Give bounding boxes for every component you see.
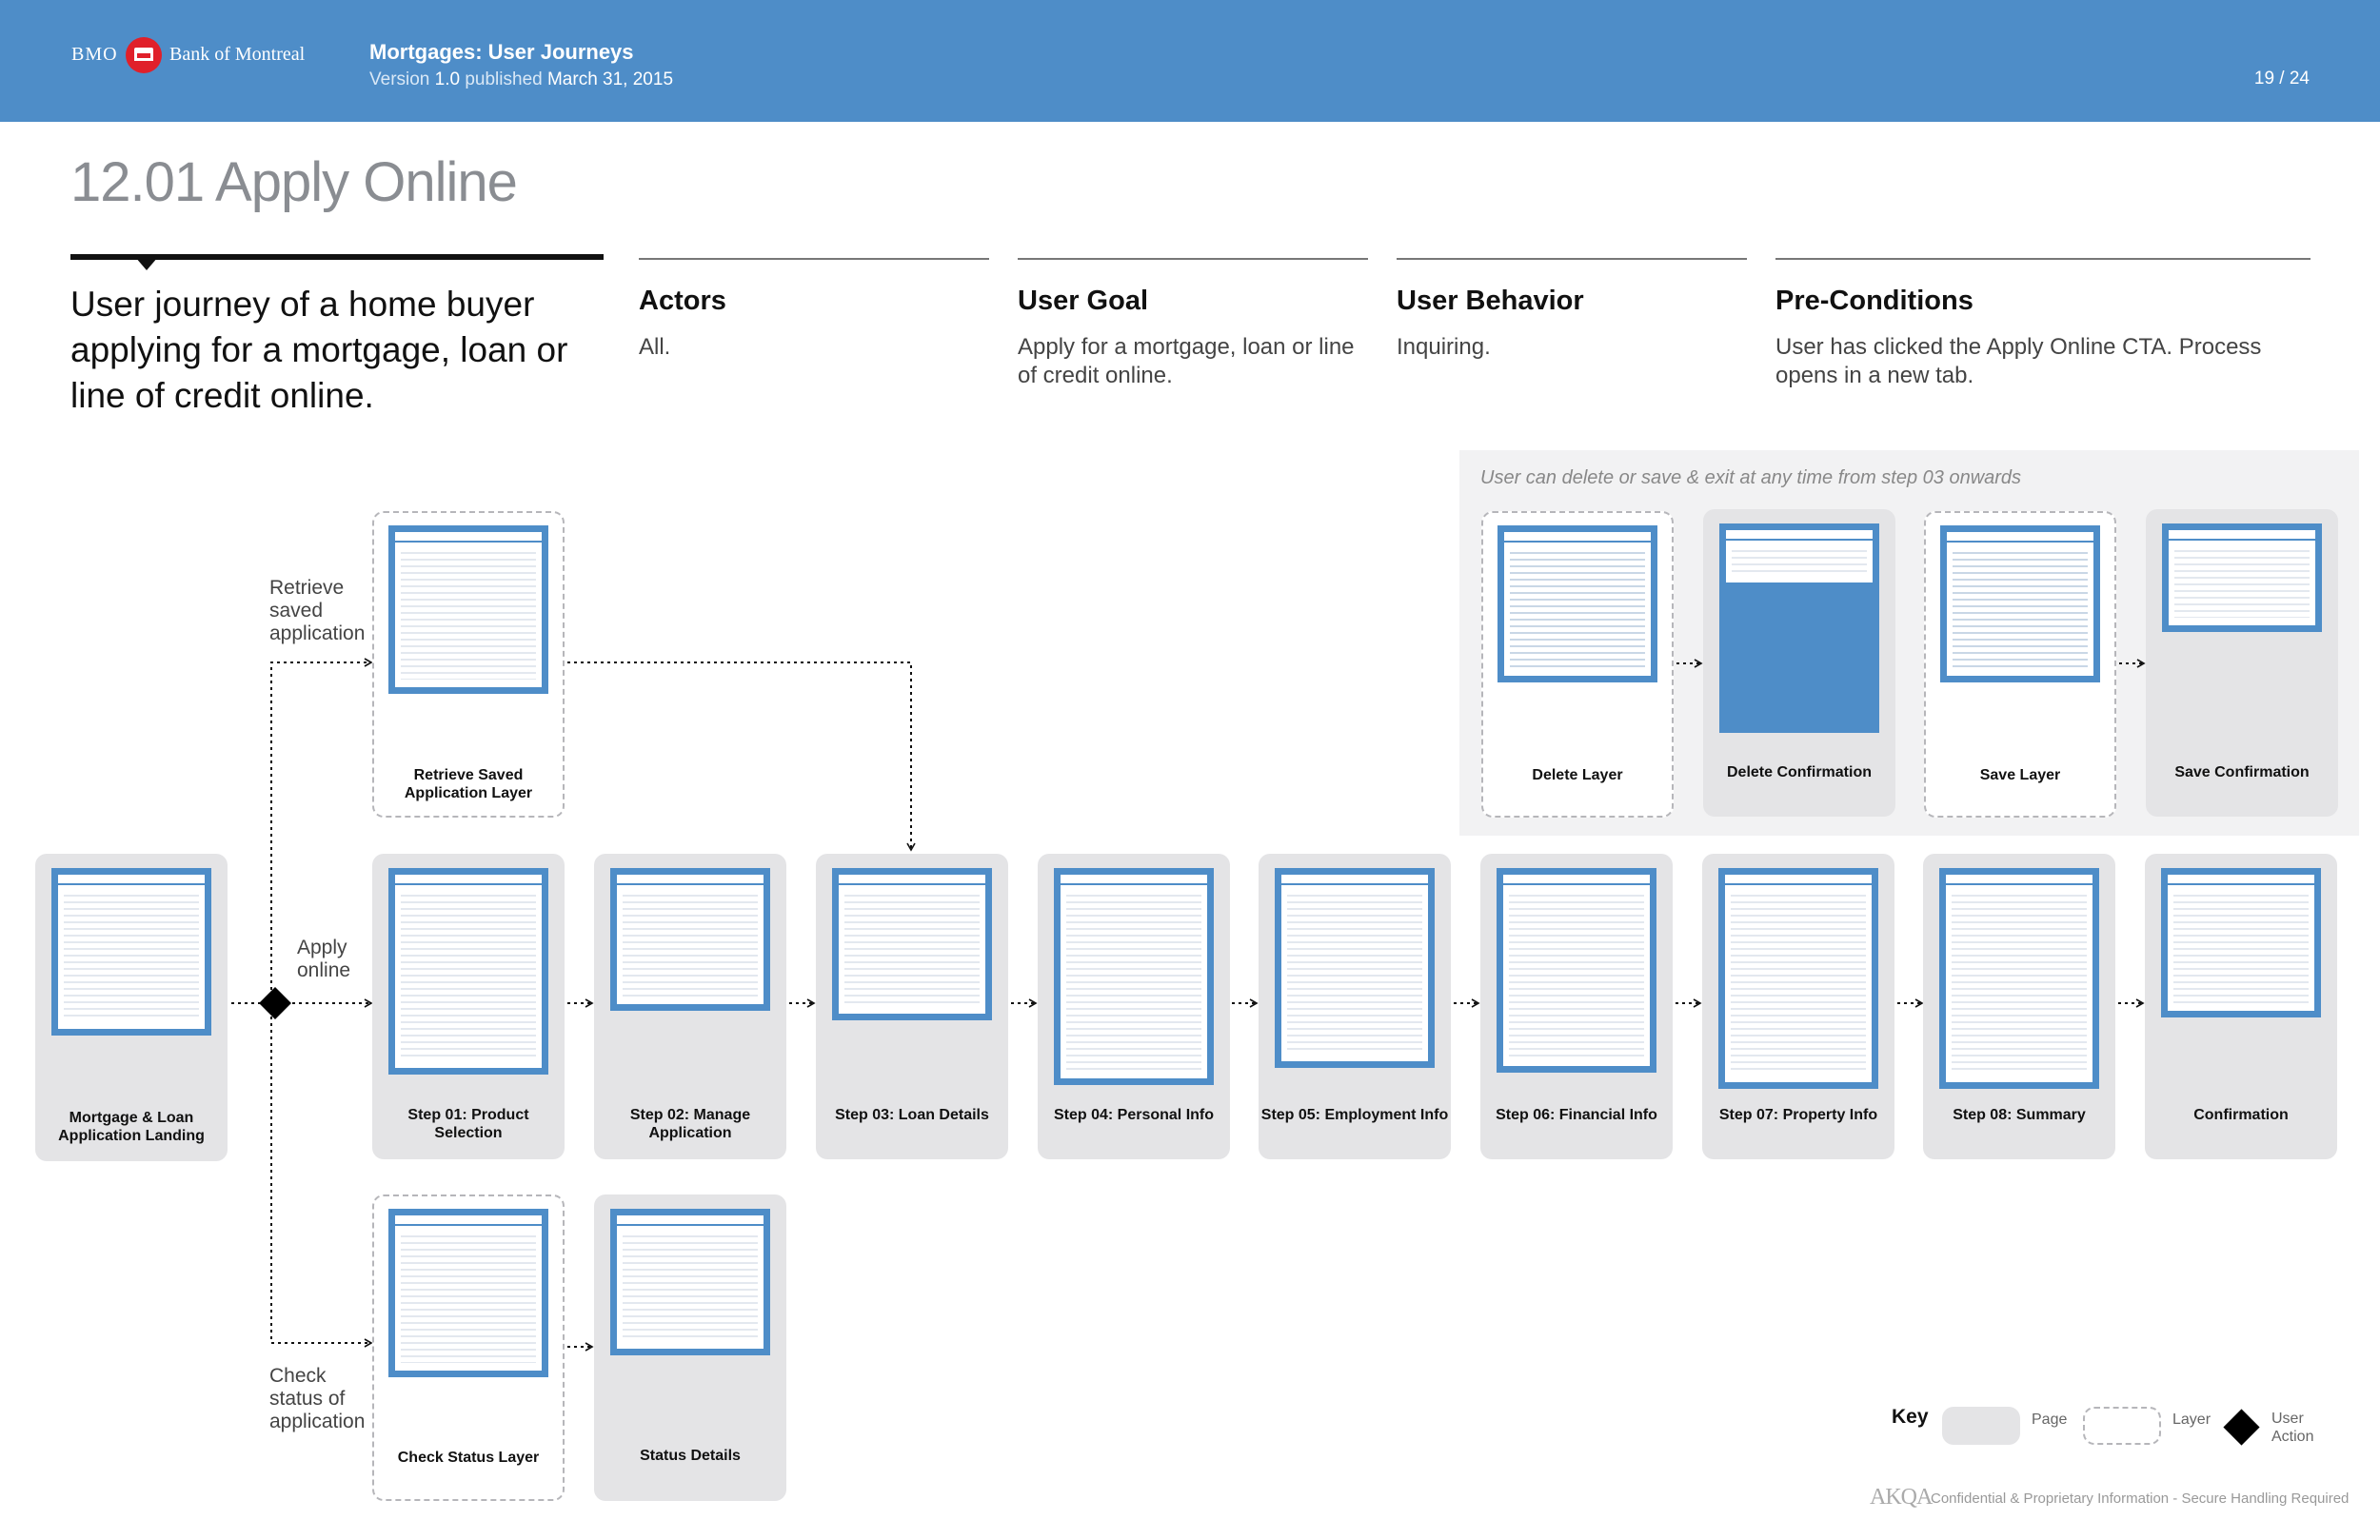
screen-thumbnail [1054, 868, 1214, 1085]
card-label: Check Status Layer [397, 1450, 540, 1466]
card-step01[interactable]: Step 01: Product Selection [372, 854, 565, 1159]
screen-thumbnail [610, 868, 770, 1011]
card-delete-confirmation[interactable]: Delete Confirmation [1703, 509, 1895, 817]
card-check-status-layer[interactable]: Check Status Layer [372, 1194, 565, 1501]
card-step03[interactable]: Step 03: Loan Details [816, 854, 1008, 1159]
connector-retrieve-to-step03 [567, 661, 916, 852]
card-label: Step 08: Summary [1953, 1107, 2086, 1123]
screen-thumbnail [2162, 523, 2322, 632]
screen-thumbnail [1718, 868, 1878, 1089]
screen-thumbnail [610, 1209, 770, 1355]
card-step05[interactable]: Step 05: Employment Info [1259, 854, 1451, 1159]
screen-thumbnail [1940, 525, 2100, 682]
card-save-confirmation[interactable]: Save Confirmation [2146, 509, 2338, 817]
screen-thumbnail [1497, 868, 1656, 1073]
branch-label-apply: Apply online [297, 937, 351, 981]
connector-action-to-check-status [270, 1003, 373, 1348]
key-page-label: Page [2032, 1412, 2068, 1428]
card-label: Confirmation [2193, 1107, 2289, 1123]
card-label: Step 04: Personal Info [1053, 1107, 1215, 1123]
card-step08[interactable]: Step 08: Summary [1923, 854, 2115, 1159]
card-confirmation[interactable]: Confirmation [2145, 854, 2337, 1159]
akqa-logo: AKQA [1870, 1485, 1933, 1510]
card-step02[interactable]: Step 02: Manage Application [594, 854, 786, 1159]
screen-thumbnail [388, 868, 548, 1075]
card-label: Save Confirmation [2174, 764, 2310, 780]
card-step07[interactable]: Step 07: Property Info [1702, 854, 1894, 1159]
screen-thumbnail [2161, 868, 2321, 1017]
screen-thumbnail [51, 868, 211, 1036]
card-label: Step 06: Financial Info [1496, 1107, 1657, 1123]
card-step04[interactable]: Step 04: Personal Info [1038, 854, 1230, 1159]
screen-thumbnail [388, 525, 548, 694]
card-save-layer[interactable]: Save Layer [1924, 511, 2116, 818]
key-layer-label: Layer [2172, 1412, 2211, 1428]
footer-confidential-text: Confidential & Proprietary Information -… [1931, 1491, 2350, 1507]
card-retrieve-saved-layer[interactable]: Retrieve Saved Application Layer [372, 511, 565, 818]
card-label: Step 03: Loan Details [835, 1107, 989, 1123]
card-status-details[interactable]: Status Details [594, 1194, 786, 1501]
card-label: Step 02: Manage Application [629, 1107, 751, 1141]
card-step06[interactable]: Step 06: Financial Info [1480, 854, 1673, 1159]
card-label: Step 07: Property Info [1718, 1107, 1878, 1123]
card-label: Save Layer [1979, 767, 2061, 783]
branch-label-retrieve: Retrieve saved application [269, 577, 366, 644]
card-label: Step 05: Employment Info [1260, 1107, 1449, 1123]
screen-thumbnail [1939, 868, 2099, 1089]
screen-thumbnail [388, 1209, 548, 1377]
branch-label-check: Check status of application [269, 1365, 366, 1432]
key-page-swatch [1942, 1407, 2020, 1445]
card-label: Status Details [640, 1448, 741, 1464]
key-layer-swatch [2083, 1407, 2161, 1445]
key-title: Key [1892, 1406, 1929, 1428]
screen-thumbnail [832, 868, 992, 1020]
card-label: Delete Layer [1532, 767, 1623, 783]
user-action-diamond [259, 987, 291, 1019]
card-label: Mortgage & Loan Application Landing [58, 1110, 205, 1144]
screen-thumbnail [1497, 525, 1657, 682]
card-label: Retrieve Saved Application Layer [404, 767, 533, 801]
card-delete-layer[interactable]: Delete Layer [1481, 511, 1674, 818]
key-user-action-label: User Action [2271, 1411, 2314, 1445]
card-label: Delete Confirmation [1726, 764, 1872, 780]
screen-thumbnail [1275, 868, 1435, 1068]
card-landing[interactable]: Mortgage & Loan Application Landing [35, 854, 228, 1161]
card-label: Step 01: Product Selection [407, 1107, 529, 1141]
screen-thumbnail [1719, 523, 1879, 733]
